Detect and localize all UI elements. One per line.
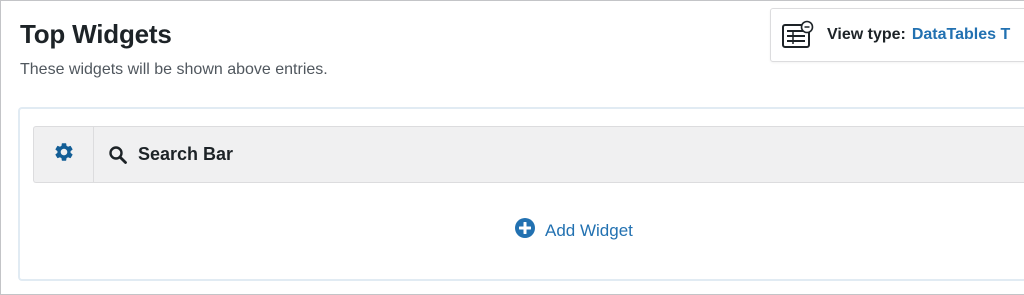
widget-drop-area: Search Bar Add Widget [18, 107, 1024, 281]
widget-row-search-bar[interactable]: Search Bar [33, 126, 1024, 183]
section-description: These widgets will be shown above entrie… [20, 61, 328, 78]
plus-circle-icon [514, 217, 536, 244]
widget-body: Search Bar [94, 127, 233, 182]
add-widget-label: Add Widget [545, 220, 633, 240]
gear-icon [53, 141, 75, 168]
add-widget-button[interactable]: Add Widget [514, 217, 633, 244]
widget-settings-button[interactable] [34, 127, 94, 182]
section-title: Top Widgets [20, 19, 172, 49]
view-type-label: View type: [827, 26, 906, 43]
view-type-value-link[interactable]: DataTables T [912, 26, 1010, 44]
search-icon [107, 144, 129, 166]
top-widgets-panel: Top Widgets These widgets will be shown … [0, 0, 1024, 295]
view-type-selector[interactable]: View type: DataTables T [770, 8, 1024, 62]
widget-name: Search Bar [138, 144, 234, 164]
table-view-icon [781, 20, 815, 50]
